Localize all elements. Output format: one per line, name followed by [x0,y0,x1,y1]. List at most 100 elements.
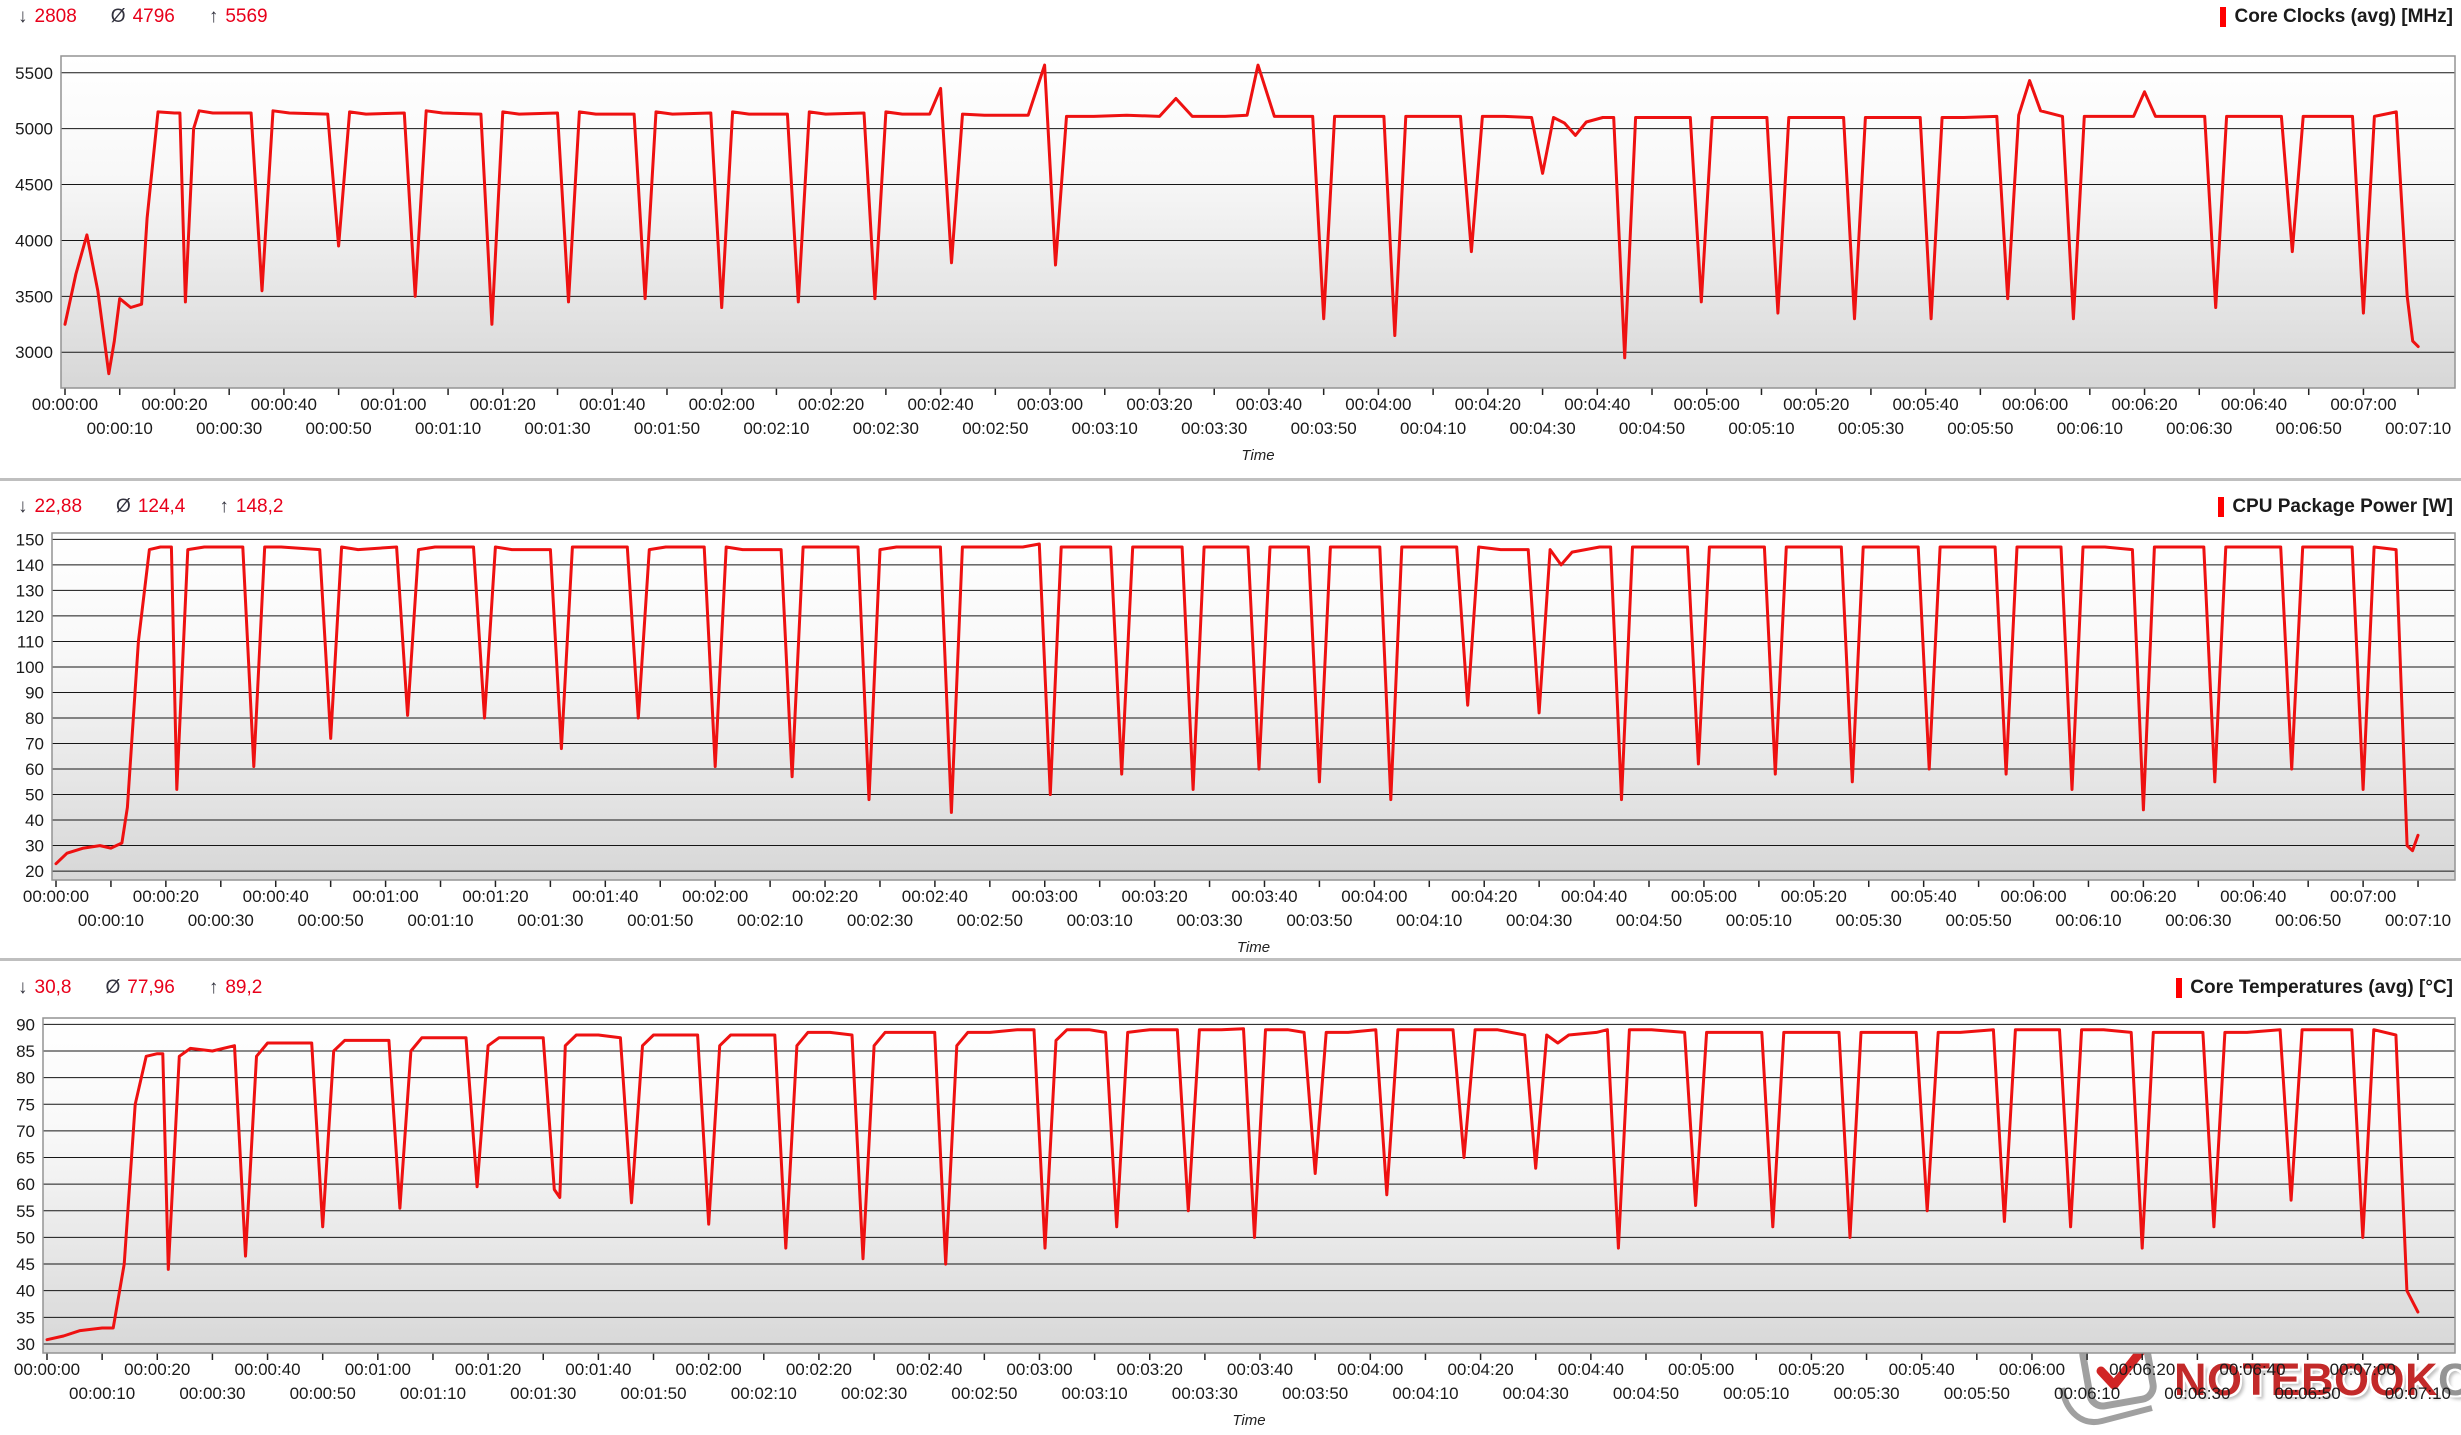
x-tick-label: 00:00:40 [251,395,317,414]
panel-separator [0,958,2461,961]
x-tick-label: 00:02:30 [847,911,913,930]
x-tick-label: 00:00:40 [234,1360,300,1379]
x-tick-label: 00:07:00 [2330,1360,2396,1379]
y-tick-label: 75 [16,1095,35,1114]
panel-separator [0,478,2461,481]
x-tick-label: 00:00:50 [290,1384,356,1403]
y-tick-label: 85 [16,1042,35,1061]
y-tick-label: 150 [16,530,44,549]
x-tick-label: 00:07:10 [2385,1384,2451,1403]
x-tick-label: 00:01:40 [572,887,638,906]
x-tick-label: 00:07:00 [2330,887,2396,906]
x-tick-label: 00:05:10 [1726,911,1792,930]
x-tick-label: 00:02:30 [841,1384,907,1403]
y-tick-label: 4000 [15,231,53,250]
x-tick-label: 00:04:40 [1564,395,1630,414]
y-tick-label: 70 [16,1122,35,1141]
x-tick-label: 00:06:50 [2275,1384,2341,1403]
x-tick-label: 00:03:20 [1122,887,1188,906]
x-tick-label: 00:06:20 [2110,887,2176,906]
x-tick-label: 00:05:40 [1893,395,1959,414]
x-tick-label: 00:00:30 [188,911,254,930]
x-tick-label: 00:06:20 [2109,1360,2175,1379]
x-tick-label: 00:02:40 [908,395,974,414]
x-tick-label: 00:00:30 [179,1384,245,1403]
x-tick-label: 00:05:50 [1944,1384,2010,1403]
x-tick-label: 00:03:50 [1282,1384,1348,1403]
x-tick-label: 00:03:40 [1231,887,1297,906]
x-tick-label: 00:04:10 [1392,1384,1458,1403]
x-tick-label: 00:02:10 [743,419,809,438]
x-tick-label: 00:02:50 [951,1384,1017,1403]
x-tick-label: 00:01:30 [524,419,590,438]
x-tick-label: 00:04:30 [1509,419,1575,438]
x-tick-label: 00:03:00 [1017,395,1083,414]
x-tick-label: 00:01:20 [455,1360,521,1379]
chart-panel-core-clocks: ↓2808 Ø4796 ↑5569 Core Clocks (avg) [MHz… [0,0,2461,478]
x-tick-label: 00:03:20 [1126,395,1192,414]
y-tick-label: 100 [16,658,44,677]
x-tick-label: 00:00:10 [87,419,153,438]
x-tick-label: 00:03:20 [1117,1360,1183,1379]
x-tick-label: 00:00:20 [124,1360,190,1379]
x-tick-label: 00:00:00 [14,1360,80,1379]
x-tick-label: 00:04:50 [1613,1384,1679,1403]
x-tick-label: 00:04:20 [1455,395,1521,414]
y-tick-label: 140 [16,556,44,575]
chart-panel-cpu-package-power: ↓22,88 Ø124,4 ↑148,2 CPU Package Power [… [0,481,2461,958]
x-tick-label: 00:03:10 [1067,911,1133,930]
x-tick-label: 00:05:10 [1728,419,1794,438]
y-tick-label: 30 [25,837,44,856]
y-tick-label: 90 [16,1015,35,1034]
x-tick-label: 00:01:10 [400,1384,466,1403]
y-tick-label: 80 [25,709,44,728]
x-tick-label: 00:02:20 [798,395,864,414]
x-tick-label: 00:04:40 [1561,887,1627,906]
x-tick-label: 00:02:00 [682,887,748,906]
x-tick-label: 00:06:30 [2165,911,2231,930]
y-tick-label: 35 [16,1308,35,1327]
x-tick-label: 00:06:00 [1999,1360,2065,1379]
x-tick-label: 00:00:10 [69,1384,135,1403]
y-tick-label: 5000 [15,120,53,139]
x-tick-label: 00:02:10 [737,911,803,930]
x-tick-label: 00:06:30 [2164,1384,2230,1403]
y-tick-label: 55 [16,1202,35,1221]
x-tick-label: 00:01:40 [579,395,645,414]
x-tick-label: 00:04:50 [1616,911,1682,930]
x-tick-label: 00:04:10 [1396,911,1462,930]
plot-cpu-power: 203040506070809010011012013014015000:00:… [0,481,2461,958]
y-tick-label: 3000 [15,343,53,362]
x-tick-label: 00:03:40 [1236,395,1302,414]
x-tick-label: 00:02:10 [731,1384,797,1403]
x-tick-label: 00:03:50 [1291,419,1357,438]
x-tick-label: 00:01:50 [627,911,693,930]
y-tick-label: 50 [16,1228,35,1247]
x-tick-label: 00:06:00 [2000,887,2066,906]
x-tick-label: 00:05:10 [1723,1384,1789,1403]
x-tick-label: 00:05:40 [1889,1360,1955,1379]
y-tick-label: 20 [25,862,44,881]
x-tick-label: 00:00:20 [133,887,199,906]
x-tick-label: 00:05:00 [1671,887,1737,906]
y-tick-label: 3500 [15,287,53,306]
x-tick-label: 00:00:10 [78,911,144,930]
x-tick-label: 00:01:30 [517,911,583,930]
x-tick-label: 00:03:00 [1006,1360,1072,1379]
x-tick-label: 00:05:20 [1778,1360,1844,1379]
x-tick-label: 00:04:50 [1619,419,1685,438]
y-tick-label: 5500 [15,64,53,83]
x-tick-label: 00:05:20 [1783,395,1849,414]
plot-background [52,533,2455,880]
y-tick-label: 120 [16,607,44,626]
x-tick-label: 00:05:00 [1674,395,1740,414]
x-tick-label: 00:07:10 [2385,911,2451,930]
time-axis-label: Time [1241,447,1274,464]
x-tick-label: 00:05:40 [1891,887,1957,906]
x-tick-label: 00:03:50 [1286,911,1352,930]
x-tick-label: 00:01:40 [565,1360,631,1379]
x-tick-label: 00:03:10 [1062,1384,1128,1403]
x-tick-label: 00:04:30 [1503,1384,1569,1403]
x-tick-label: 00:00:30 [196,419,262,438]
x-tick-label: 00:04:00 [1345,395,1411,414]
